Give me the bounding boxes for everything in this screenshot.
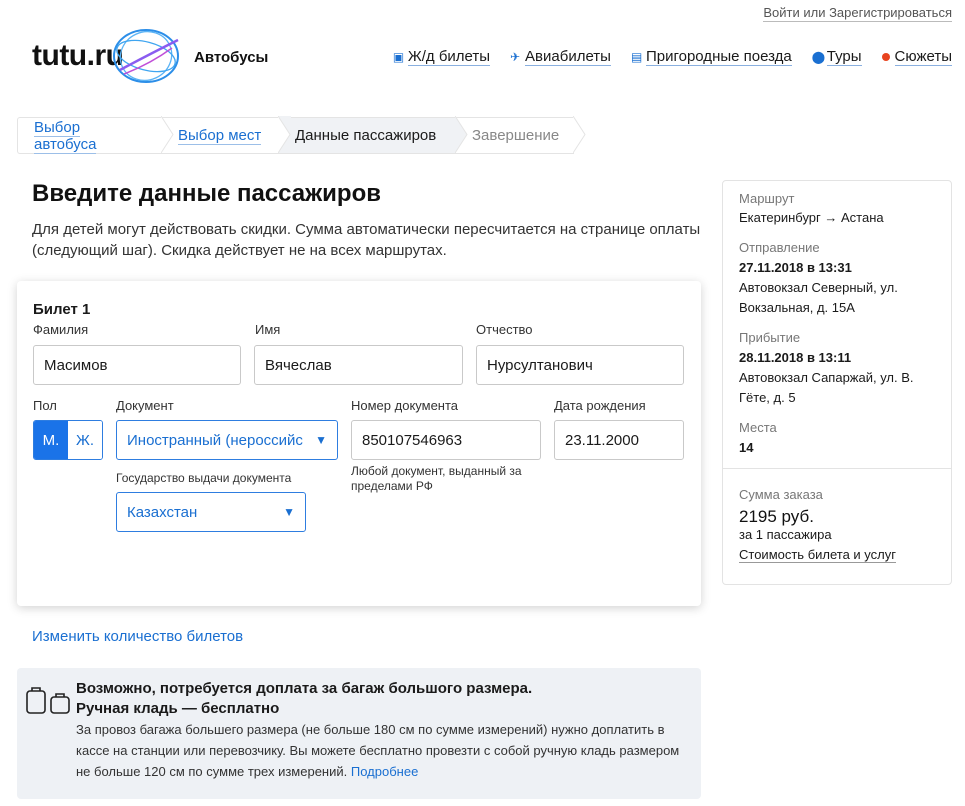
sum-value: 2195 руб. (739, 507, 814, 526)
surname-label: Фамилия (33, 322, 89, 337)
step-separator (161, 116, 174, 153)
nav-tours[interactable]: ⬤ Туры (812, 48, 862, 66)
seats-value: 14 (739, 440, 754, 455)
nav-stories-label: Сюжеты (894, 48, 952, 66)
nav-tours-label: Туры (826, 48, 862, 66)
nav-avia[interactable]: ✈ Авиабилеты (510, 48, 611, 66)
cost-breakdown: Стоимость билета и услуг (739, 545, 944, 565)
baggage-title-line: Возможно, потребуется доплата за багаж б… (76, 680, 533, 697)
route-label: Маршрут (739, 191, 795, 206)
nav-trains[interactable]: ▣ Ж/д билеты (392, 48, 491, 66)
step-label: Данные пассажиров (295, 127, 437, 144)
gender-male-option[interactable]: М. (34, 421, 68, 459)
baggage-more-link[interactable]: Подробнее (351, 764, 418, 779)
name-input[interactable]: Вячеслав (254, 345, 463, 385)
issuer-country-label: Государство выдачи документа (116, 471, 292, 485)
document-select[interactable]: Иностранный (нероссийс ▼ (116, 420, 338, 460)
step-label: Выбор мест (178, 127, 262, 145)
departure-place: Автовокзал Северный, ул. Вокзальная, д. … (739, 280, 898, 315)
name-label: Имя (255, 322, 281, 337)
login-register-link[interactable]: Войти или Зарегистрироваться (763, 5, 952, 22)
step-choose-bus[interactable]: Выбор автобуса (17, 117, 162, 154)
order-summary: Маршрут Екатеринбург → Астана Отправлени… (722, 180, 952, 585)
step-separator (573, 116, 586, 153)
gender-toggle: М. Ж. (33, 420, 103, 460)
nav-trains-label: Ж/д билеты (407, 48, 491, 66)
step-separator (278, 116, 291, 153)
step-finish: Завершение (456, 117, 574, 154)
booking-steps: Выбор автобуса Выбор мест Данные пассажи… (17, 116, 586, 154)
doc-number-input[interactable]: 850107546963 (351, 420, 541, 460)
gender-female-option[interactable]: Ж. (68, 421, 102, 459)
chevron-down-icon: ▼ (315, 433, 327, 447)
dot-icon (881, 53, 890, 61)
departure-label: Отправление (739, 240, 820, 255)
doc-number-label: Номер документа (351, 398, 459, 413)
gender-label: Пол (33, 398, 57, 413)
commuter-train-icon: ▤ (630, 50, 643, 64)
issuer-country-select[interactable]: Казахстан ▼ (116, 492, 306, 532)
cost-breakdown-link[interactable]: Стоимость билета и услуг (739, 547, 896, 563)
location-pin-icon: ⬤ (811, 50, 826, 64)
nav-avia-label: Авиабилеты (525, 48, 611, 66)
baggage-subtitle: Ручная кладь — бесплатно (76, 700, 280, 717)
baggage-title: Возможно, потребуется доплата за багаж б… (76, 679, 532, 719)
baggage-notice: Возможно, потребуется доплата за багаж б… (17, 668, 701, 799)
patronymic-label: Отчество (476, 322, 533, 337)
baggage-text: За провоз багажа большего размера (не бо… (76, 719, 686, 782)
ticket-title: Билет 1 (33, 301, 91, 318)
route-value: Екатеринбург → Астана (739, 210, 884, 225)
arrival-datetime: 28.11.2018 в 13:11 (739, 350, 852, 365)
arrival-place: Автовокзал Сапаржай, ул. В. Гёте, д. 5 (739, 370, 914, 405)
step-label: Выбор автобуса (34, 118, 97, 154)
sum-label: Сумма заказа (739, 487, 823, 502)
departure-datetime: 27.11.2018 в 13:31 (739, 260, 852, 275)
train-icon: ▣ (392, 50, 405, 64)
main-nav: ▣ Ж/д билеты ✈ Авиабилеты ▤ Пригородные … (393, 48, 952, 66)
birthdate-label: Дата рождения (554, 398, 646, 413)
seats-label: Места (739, 420, 777, 435)
change-ticket-count-link[interactable]: Изменить количество билетов (32, 628, 243, 645)
step-passenger-data: Данные пассажиров (279, 117, 456, 154)
ticket-card: Билет 1 Фамилия Масимов Имя Вячеслав Отч… (17, 281, 701, 606)
nav-stories[interactable]: Сюжеты (881, 48, 952, 66)
doc-number-hint: Любой документ, выданный за пределами РФ (351, 464, 522, 493)
sum-for: за 1 пассажира (739, 527, 832, 542)
nav-commuter[interactable]: ▤ Пригородные поезда (631, 48, 792, 66)
plane-icon: ✈ (510, 50, 521, 64)
nav-commuter-label: Пригородные поезда (645, 48, 792, 66)
luggage-icon (26, 687, 70, 714)
document-label: Документ (116, 398, 174, 413)
section-title: Автобусы (194, 49, 269, 66)
arrival-label: Прибытие (739, 330, 801, 345)
issuer-country-value: Казахстан (127, 503, 198, 521)
step-separator (455, 116, 468, 153)
patronymic-input[interactable]: Нурсултанович (476, 345, 684, 385)
step-label: Завершение (472, 127, 560, 144)
birthdate-input[interactable]: 23.11.2000 (554, 420, 684, 460)
page-intro: Для детей могут действовать скидки. Сумм… (32, 221, 701, 259)
page-title: Введите данные пассажиров (32, 180, 381, 207)
document-select-value: Иностранный (нероссийс (127, 431, 303, 449)
globe-logo-icon (113, 29, 179, 83)
step-choose-seats[interactable]: Выбор мест (162, 117, 279, 154)
divider (723, 468, 951, 469)
surname-input[interactable]: Масимов (33, 345, 241, 385)
chevron-down-icon: ▼ (283, 505, 295, 519)
